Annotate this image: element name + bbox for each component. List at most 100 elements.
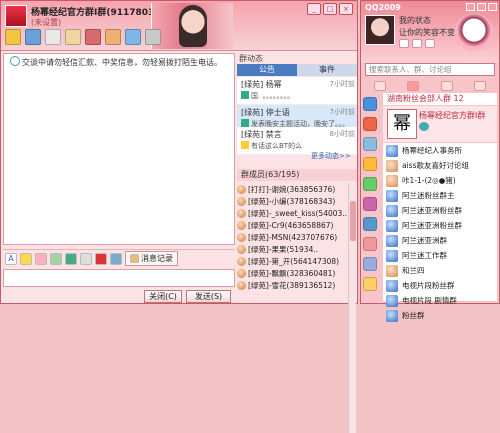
emoji-icon[interactable] (20, 252, 32, 265)
format-toolbar: A 消息记录 (3, 249, 235, 267)
scroll-thumb[interactable] (350, 201, 356, 241)
gift-icon[interactable] (363, 237, 377, 251)
contact-row[interactable]: 阿兰迷工作群 (383, 248, 497, 263)
tab-announcements[interactable]: 公告 (237, 64, 297, 76)
contact-row[interactable]: 粉丝群 (383, 308, 497, 323)
member-list-scrollbar[interactable] (348, 183, 356, 433)
send-button[interactable]: 发送(S) (186, 290, 231, 303)
contact-row[interactable]: 阿兰迷粉丝群主 (383, 188, 497, 203)
shop-icon[interactable] (363, 197, 377, 211)
space-icon[interactable] (363, 97, 377, 111)
shake-icon[interactable] (50, 252, 62, 265)
voice-icon[interactable] (110, 252, 122, 265)
contact-row[interactable]: 阿兰迷亚洲粉丝群 (383, 203, 497, 218)
group-avatar[interactable] (5, 5, 27, 27)
music-icon[interactable] (95, 252, 107, 265)
close-button[interactable]: 关闭(C) (144, 290, 182, 303)
header-tools (399, 39, 435, 48)
close-icon[interactable]: × (339, 3, 353, 15)
qq-main-panel: QQ2009 我的状态 让你的笑容不变 搜索联系人、群、讨论组 湖南粉丝会部人群… (360, 0, 500, 322)
settings-icon[interactable] (125, 29, 141, 45)
group-type-icon (419, 122, 429, 131)
contact-row-selected[interactable]: 幂 杨幂经纪官方群I群 (383, 105, 497, 143)
member-row[interactable]: [绿苑]-果果(51934.. (237, 243, 357, 255)
music-icon[interactable] (363, 137, 377, 151)
user-signature[interactable]: 让你的笑容不变 (399, 27, 455, 38)
contact-row[interactable]: 阿兰迷亚洲群 (383, 233, 497, 248)
game-icon[interactable] (363, 117, 377, 131)
member-name: [绿苑]-Cr9(463658867) (248, 220, 334, 230)
user-avatar[interactable] (365, 15, 395, 45)
close-icon[interactable] (488, 3, 497, 11)
member-row[interactable]: [绿苑]-MSN(423707676) (237, 231, 357, 243)
contact-row[interactable]: 杨幂经纪人事务所 (383, 143, 497, 158)
people-icon[interactable] (105, 29, 121, 45)
announcement-title: [绿苑] 杨幂 (241, 80, 282, 89)
contact-row[interactable]: 咔1-1-(2◎●猪) (383, 173, 497, 188)
wallet-icon[interactable] (425, 39, 435, 48)
member-avatar (237, 196, 246, 206)
computer-icon[interactable] (25, 29, 41, 45)
tab-groups[interactable] (407, 81, 420, 91)
maximize-icon[interactable]: □ (323, 3, 337, 15)
member-row[interactable]: [绿苑]-Cr9(463658867) (237, 219, 357, 231)
member-name: [绿苑]-小编(378168343) (248, 196, 336, 206)
card-icon[interactable] (65, 29, 81, 45)
maximize-icon[interactable] (477, 3, 486, 11)
member-avatar (237, 268, 246, 278)
announcement-item[interactable]: [绿苑] 杨幂 7小时前 国. 。。。。。。。。 (237, 77, 357, 105)
contact-row[interactable]: 和兰四 (383, 263, 497, 278)
contact-avatar (386, 279, 398, 292)
member-row[interactable]: [绿苑]-_sweet_kiss(54003.. (237, 207, 357, 219)
mail-icon[interactable] (399, 39, 409, 48)
member-row[interactable]: [绿苑]-第_开(564147308) (237, 255, 357, 267)
minimize-icon[interactable] (466, 3, 475, 11)
more-icon[interactable] (145, 29, 161, 45)
member-avatar (237, 256, 246, 266)
album-icon[interactable] (45, 29, 61, 45)
members-header[interactable]: 群成员(63/195) (237, 169, 357, 181)
announcement-title: [绿苑] 停士语 (241, 108, 290, 117)
pet-icon[interactable] (363, 157, 377, 171)
message-input[interactable] (3, 269, 235, 287)
more-activity-link[interactable]: 更多动态>> (311, 151, 351, 161)
tab-events[interactable]: 事件 (297, 64, 357, 76)
minimize-icon[interactable]: _ (307, 3, 321, 15)
user-status[interactable]: 我的状态 (399, 15, 431, 26)
message-history[interactable]: 交谈中请勿轻信汇款、中奖信息，勿轻易拨打陌生电话。 (3, 53, 235, 245)
group-category-header[interactable]: 湖南粉丝会部人群 12 (383, 93, 497, 105)
tab-recent[interactable] (440, 81, 453, 91)
contact-search-input[interactable]: 搜索联系人、群、讨论组 (365, 63, 495, 76)
live-icon[interactable] (363, 277, 377, 291)
screenshot-icon[interactable] (80, 252, 92, 265)
member-row[interactable]: [绿苑]-飘飘(328360481) (237, 267, 357, 279)
member-row[interactable]: [绿苑]-雪花(389136512) (237, 279, 357, 291)
mail-icon[interactable] (85, 29, 101, 45)
contact-avatar (386, 219, 398, 232)
weather-icon[interactable] (363, 177, 377, 191)
record-icon (130, 254, 139, 263)
contact-row[interactable]: 电视片段 剧情群 (383, 293, 497, 308)
contact-name: aiss歌友喜好讨论组 (402, 161, 469, 170)
space-icon[interactable] (412, 39, 422, 48)
member-list[interactable]: [打打]-谢婉(363856376) [绿苑]-小编(378168343) [绿… (237, 183, 357, 433)
contact-name: 阿兰迷亚洲群 (402, 236, 447, 245)
tab-contacts[interactable] (373, 81, 386, 91)
member-avatar (237, 244, 246, 254)
magic-emoji-icon[interactable] (35, 252, 47, 265)
font-icon[interactable]: A (5, 252, 17, 265)
member-row[interactable]: [绿苑]-小编(378168343) (237, 195, 357, 207)
image-icon[interactable] (65, 252, 77, 265)
tools-icon[interactable] (363, 257, 377, 271)
tab-apps[interactable] (474, 81, 487, 91)
mail-icon[interactable] (363, 217, 377, 231)
contact-list[interactable]: 湖南粉丝会部人群 12 幂 杨幂经纪官方群I群 杨幂经纪人事务所 aiss歌友喜… (383, 93, 497, 322)
contact-row[interactable]: aiss歌友喜好讨论组 (383, 158, 497, 173)
folder-icon[interactable] (5, 29, 21, 45)
announcement-time: 7小时前 (329, 80, 355, 88)
contact-row[interactable]: 阿兰迷亚洲粉丝群 (383, 218, 497, 233)
chat-window: 杨幂经纪官方群I群(91178037) (未设置) _ □ × 交谈中请勿轻信汇… (0, 0, 358, 433)
member-row[interactable]: [打打]-谢婉(363856376) (237, 183, 357, 195)
contact-row[interactable]: 电视片段粉丝群 (383, 278, 497, 293)
message-record-button[interactable]: 消息记录 (125, 251, 178, 266)
